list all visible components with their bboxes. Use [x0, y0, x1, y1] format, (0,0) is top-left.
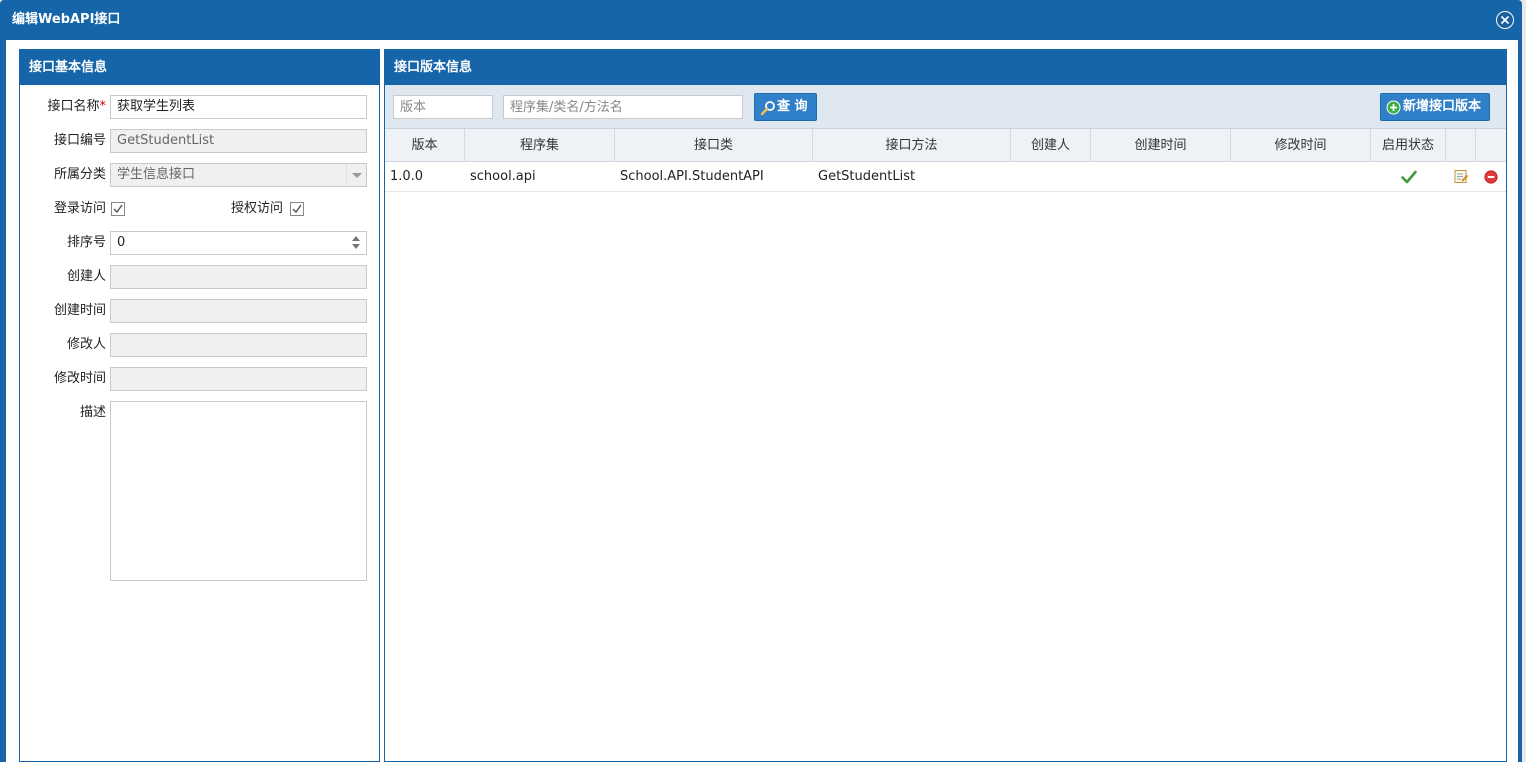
column-header-modified-time[interactable]: 修改时间 — [1231, 129, 1371, 161]
dialog-title: 编辑WebAPI接口 — [12, 12, 121, 27]
creator-label: 创建人 — [66, 269, 106, 284]
column-header-method[interactable]: 接口方法 — [813, 129, 1011, 161]
modified-time-label: 修改时间 — [53, 371, 106, 386]
cell-method: GetStudentList — [818, 169, 916, 184]
category-label: 所属分类 — [53, 167, 106, 182]
close-icon — [1497, 12, 1513, 28]
cell-class: School.API.StudentAPI — [620, 169, 764, 184]
modifier-input — [110, 333, 367, 357]
cell-assembly: school.api — [470, 169, 536, 184]
dialog-content: 接口基本信息 接口名称* 获取学生列表 接口编号 GetStudentList … — [6, 40, 1518, 762]
sort-label: 排序号 — [66, 235, 106, 250]
sort-row: 排序号 0 — [20, 231, 380, 255]
login-access-label: 登录访问 — [53, 201, 106, 216]
checkmark-icon — [1400, 170, 1417, 183]
description-label: 描述 — [79, 405, 106, 420]
modified-time-row: 修改时间 — [20, 367, 380, 391]
code-label: 接口编号 — [53, 133, 106, 148]
close-button[interactable] — [1496, 11, 1514, 29]
version-info-panel: 接口版本信息 查 询 新增接口版本 — [384, 49, 1507, 762]
category-select[interactable]: 学生信息接口 — [110, 163, 367, 187]
search-input[interactable] — [503, 95, 743, 119]
category-value: 学生信息接口 — [117, 167, 196, 182]
add-circle-icon — [1386, 100, 1401, 115]
table-header: 版本 程序集 接口类 接口方法 创建人 创建时间 修改时间 启用状态 — [385, 129, 1506, 162]
creator-input — [110, 265, 367, 289]
modifier-label: 修改人 — [66, 337, 106, 352]
creator-row: 创建人 — [20, 265, 380, 289]
description-textarea[interactable] — [110, 401, 367, 581]
version-info-header: 接口版本信息 — [385, 50, 1506, 85]
cell-created-time — [1091, 162, 1231, 191]
delete-icon[interactable] — [1484, 169, 1498, 184]
cell-edit — [1446, 162, 1476, 191]
chevron-down-icon[interactable] — [346, 164, 366, 186]
cell-version: 1.0.0 — [390, 169, 424, 184]
name-label: 接口名称* — [47, 99, 107, 114]
created-time-label: 创建时间 — [53, 303, 106, 318]
description-row: 描述 — [20, 401, 380, 581]
code-row: 接口编号 GetStudentList — [20, 129, 380, 153]
column-header-assembly[interactable]: 程序集 — [465, 129, 615, 161]
cell-enabled — [1371, 162, 1446, 191]
add-version-button[interactable]: 新增接口版本 — [1380, 93, 1491, 121]
sort-input[interactable]: 0 — [110, 231, 367, 255]
column-header-version[interactable]: 版本 — [385, 129, 465, 161]
column-header-edit — [1446, 129, 1476, 161]
version-toolbar: 查 询 新增接口版本 — [385, 85, 1506, 129]
name-input[interactable]: 获取学生列表 — [110, 95, 367, 119]
spinner-arrows-icon[interactable] — [352, 235, 362, 251]
cell-delete — [1476, 162, 1506, 191]
basic-info-panel: 接口基本信息 接口名称* 获取学生列表 接口编号 GetStudentList … — [19, 49, 380, 762]
modified-time-input — [110, 367, 367, 391]
version-table: 版本 程序集 接口类 接口方法 创建人 创建时间 修改时间 启用状态 1.0.0… — [385, 129, 1506, 192]
cell-modified-time — [1231, 162, 1371, 191]
column-header-enabled[interactable]: 启用状态 — [1371, 129, 1446, 161]
column-header-creator[interactable]: 创建人 — [1011, 129, 1091, 161]
dialog-window: 编辑WebAPI接口 接口基本信息 接口名称* 获取学生列表 接口编号 GetS… — [0, 0, 1522, 762]
column-header-class[interactable]: 接口类 — [615, 129, 813, 161]
auth-access-label: 授权访问 — [231, 201, 284, 216]
query-button-label: 查 询 — [777, 99, 808, 114]
table-row[interactable]: 1.0.0 school.api School.API.StudentAPI G… — [385, 162, 1506, 192]
checkmark-icon — [292, 204, 302, 214]
required-mark: * — [99, 99, 107, 114]
query-button[interactable]: 查 询 — [754, 93, 817, 121]
code-input: GetStudentList — [110, 129, 367, 153]
edit-icon[interactable] — [1454, 169, 1469, 184]
version-filter-input[interactable] — [393, 95, 493, 119]
cell-creator — [1011, 162, 1091, 191]
checkmark-icon — [113, 204, 123, 214]
basic-info-header: 接口基本信息 — [20, 50, 379, 85]
column-header-delete — [1476, 129, 1506, 161]
name-row: 接口名称* 获取学生列表 — [20, 95, 380, 119]
access-row: 登录访问 授权访问 — [20, 197, 380, 221]
sort-value: 0 — [117, 235, 126, 250]
created-time-row: 创建时间 — [20, 299, 380, 323]
category-row: 所属分类 学生信息接口 — [20, 163, 380, 187]
created-time-input — [110, 299, 367, 323]
add-version-label: 新增接口版本 — [1403, 99, 1482, 114]
column-header-created-time[interactable]: 创建时间 — [1091, 129, 1231, 161]
login-access-checkbox[interactable] — [111, 202, 125, 216]
search-icon — [760, 101, 775, 116]
modifier-row: 修改人 — [20, 333, 380, 357]
auth-access-checkbox[interactable] — [290, 202, 304, 216]
dialog-titlebar: 编辑WebAPI接口 — [0, 0, 1522, 40]
